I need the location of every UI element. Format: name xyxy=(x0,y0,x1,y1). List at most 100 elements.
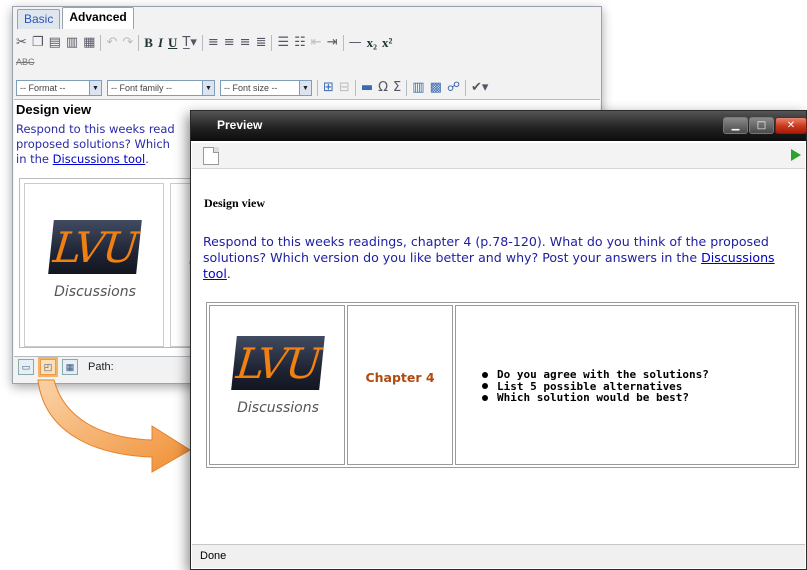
preview-paragraph-text: Respond to this weeks readings, chapter … xyxy=(203,234,769,265)
lvu-logo-caption: Discussions xyxy=(54,284,136,300)
toolbar-divider xyxy=(465,80,467,96)
lvu-logo-mark: LVU xyxy=(231,336,325,390)
hr-icon[interactable]: ▬ xyxy=(361,79,373,97)
font-family-select[interactable]: -- Font family -- ▼ xyxy=(107,80,215,96)
editor-paragraph-text: in the xyxy=(16,152,53,166)
run-icon[interactable] xyxy=(791,149,801,161)
bold-button[interactable]: B xyxy=(144,34,153,52)
paste-text-icon[interactable]: ▥ xyxy=(66,34,78,52)
image-icon[interactable]: ▩ xyxy=(430,79,442,97)
table-cell-questions: Do you agree with the solutions? List 5 … xyxy=(455,305,796,465)
table-cell-logo: LVU Discussions xyxy=(209,305,345,465)
preview-table: LVU Discussions Chapter 4 Do you agree w… xyxy=(206,302,799,468)
status-text: Done xyxy=(200,550,227,562)
editor-paragraph: Respond to this weeks read proposed solu… xyxy=(16,122,188,167)
superscript-icon[interactable]: x² xyxy=(382,34,392,52)
toolbar-divider xyxy=(201,35,203,51)
copy-icon[interactable]: ❐ xyxy=(32,34,44,52)
maximize-button[interactable]: □ xyxy=(749,117,774,134)
cut-icon[interactable]: ✂ xyxy=(16,34,27,52)
bullet-icon xyxy=(482,371,488,378)
preview-paragraph-end: . xyxy=(226,266,231,281)
align-left-icon[interactable]: ≡ xyxy=(208,34,219,52)
minimize-button[interactable]: ▁ xyxy=(723,117,748,134)
underline-button[interactable]: U xyxy=(168,34,177,52)
lvu-logo: LVU Discussions xyxy=(231,336,325,416)
omega-icon[interactable]: Ω xyxy=(378,79,388,97)
horizontal-rule-icon[interactable]: — xyxy=(349,34,362,52)
question-list: Do you agree with the solutions? List 5 … xyxy=(482,369,709,404)
toolbar-row-3: -- Format -- ▼ -- Font family -- ▼ -- Fo… xyxy=(16,79,488,97)
toolbar-divider xyxy=(317,80,318,96)
tab-basic[interactable]: Basic xyxy=(17,9,61,29)
toolbar-divider xyxy=(406,80,408,96)
toolbar-divider xyxy=(271,35,273,51)
redo-icon[interactable]: ↷ xyxy=(122,34,133,52)
table-cell-chapter: Chapter 4 xyxy=(347,305,453,465)
text-color-icon[interactable]: T̲▾ xyxy=(182,34,196,52)
editor-paragraph-line: Respond to this weeks read xyxy=(16,122,175,136)
close-icon: ✕ xyxy=(786,120,796,131)
subscript-icon[interactable]: x₂ xyxy=(367,34,377,52)
table-props-icon[interactable]: ⊟ xyxy=(339,79,350,97)
toolbar-divider xyxy=(342,35,344,51)
format-select[interactable]: -- Format -- ▼ xyxy=(16,80,102,96)
toolbar-row-2: ABC xyxy=(16,53,35,71)
spellcheck-icon[interactable]: ✔▾ xyxy=(471,79,488,97)
list-item-text: Do you agree with the solutions? xyxy=(497,368,709,381)
chevron-down-icon: ▼ xyxy=(299,81,311,95)
numbered-list-icon[interactable]: ☷ xyxy=(294,34,306,52)
list-item-text: Which solution would be best? xyxy=(497,391,690,404)
sigma-icon[interactable]: Σ xyxy=(393,79,401,97)
toolbar-divider xyxy=(354,80,356,96)
align-center-icon[interactable]: ≡ xyxy=(224,34,235,52)
editor-paragraph-line: proposed solutions? Which xyxy=(16,137,170,151)
bullet-icon xyxy=(482,383,488,390)
list-item: Which solution would be best? xyxy=(482,392,709,404)
link-icon[interactable]: ☍ xyxy=(447,79,460,97)
page-icon[interactable] xyxy=(203,147,219,165)
table-icon[interactable]: ⊞ xyxy=(323,79,334,97)
toolbar-divider xyxy=(100,35,102,51)
paste-icon[interactable]: ▤ xyxy=(49,34,61,52)
chevron-down-icon: ▼ xyxy=(202,81,214,95)
preview-status-bar: Done xyxy=(192,544,805,568)
chapter-label: Chapter 4 xyxy=(365,370,435,385)
preview-window: Preview ▁ □ ✕ Design view Respond to thi… xyxy=(190,110,807,570)
font-family-select-value: -- Font family -- xyxy=(111,83,173,93)
toolbar-row-1: ✂ ❐ ▤ ▥ ▦ ↶ ↷ B I U T̲▾ ≡ ≡ ≡ ≣ ☰ ☷ ⇤ ⇥ … xyxy=(16,34,392,52)
italic-button[interactable]: I xyxy=(158,34,163,52)
indent-icon[interactable]: ⇥ xyxy=(327,34,338,52)
undo-icon[interactable]: ↶ xyxy=(106,34,117,52)
chevron-down-icon: ▼ xyxy=(89,81,101,95)
preview-title-bar[interactable]: Preview ▁ □ ✕ xyxy=(191,111,807,141)
format-select-value: -- Format -- xyxy=(20,83,66,93)
editor-paragraph-line: in the Discussions tool. xyxy=(16,152,188,167)
bullet-icon xyxy=(482,394,488,401)
justify-icon[interactable]: ≣ xyxy=(256,34,267,52)
outdent-icon[interactable]: ⇤ xyxy=(311,34,322,52)
preview-content: Design view Respond to this weeks readin… xyxy=(192,170,805,546)
lvu-logo-mark: LVU xyxy=(48,220,142,274)
tab-advanced[interactable]: Advanced xyxy=(62,7,134,29)
list-item: Do you agree with the solutions? xyxy=(482,369,709,381)
columns-icon[interactable]: ▥ xyxy=(412,79,424,97)
editor-table-cell-logo: LVU Discussions xyxy=(24,183,164,347)
font-size-select[interactable]: -- Font size -- ▼ xyxy=(220,80,312,96)
close-button[interactable]: ✕ xyxy=(775,117,807,134)
lvu-logo-caption: Discussions xyxy=(237,400,319,416)
strikethrough-button[interactable]: ABC xyxy=(16,57,35,67)
toolbar-divider xyxy=(138,35,140,51)
paste-word-icon[interactable]: ▦ xyxy=(83,34,95,52)
editor-paragraph-end: . xyxy=(145,152,149,166)
align-right-icon[interactable]: ≡ xyxy=(240,34,251,52)
editor-tabs: Basic Advanced xyxy=(13,7,134,29)
bullet-list-icon[interactable]: ☰ xyxy=(277,34,289,52)
preview-toolbar xyxy=(192,143,805,169)
transition-arrow-icon xyxy=(37,379,191,473)
editor-discussions-link[interactable]: Discussions tool xyxy=(53,152,146,166)
maximize-icon: □ xyxy=(756,120,767,131)
preview-paragraph: Respond to this weeks readings, chapter … xyxy=(203,234,798,282)
preview-heading: Design view xyxy=(204,196,265,210)
font-size-select-value: -- Font size -- xyxy=(224,83,278,93)
